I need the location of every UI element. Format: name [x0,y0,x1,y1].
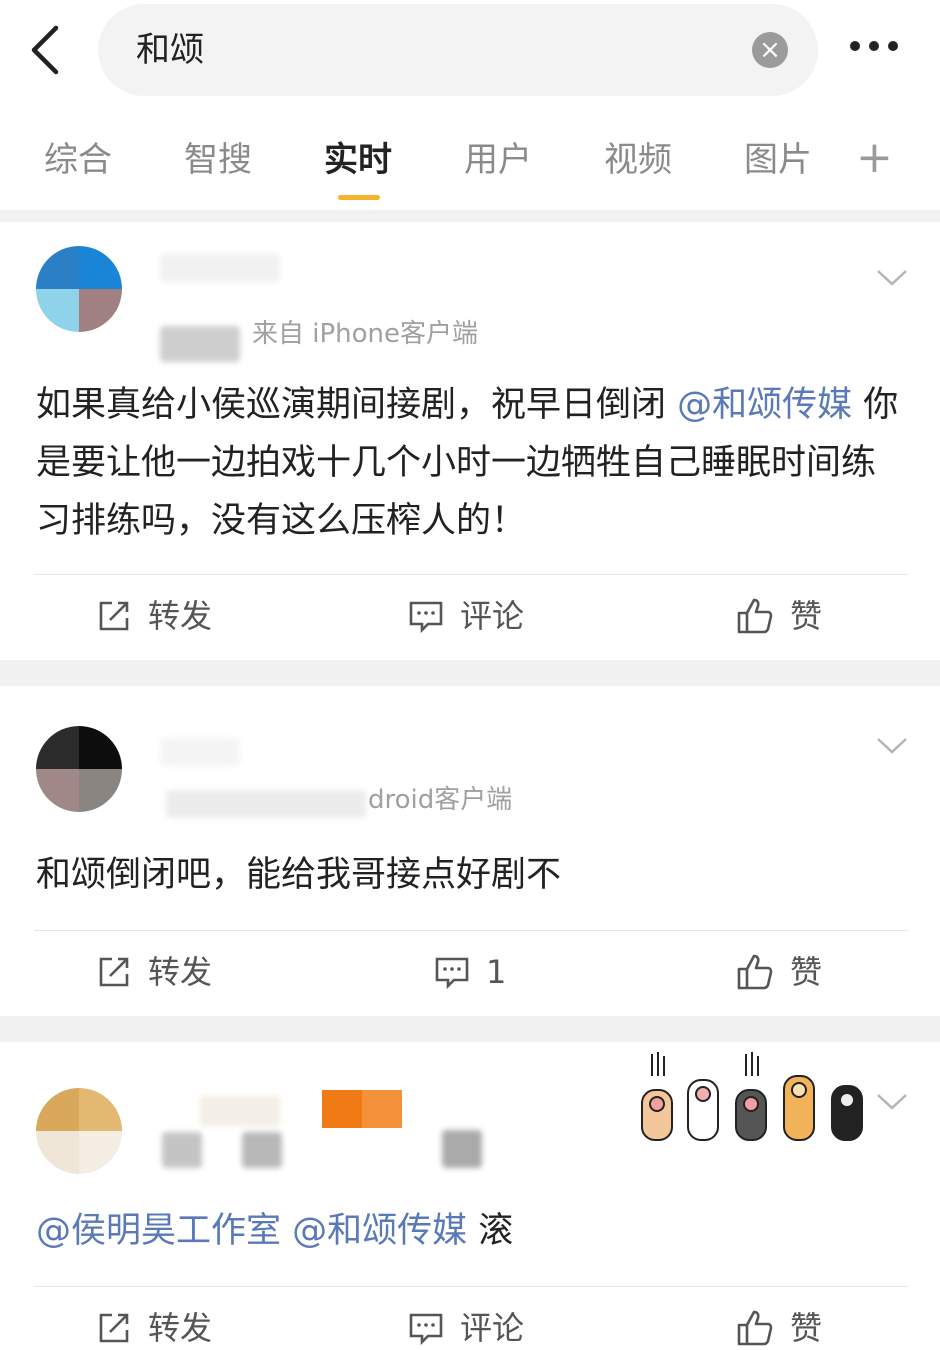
username-blurred[interactable] [160,738,240,766]
chevron-down-icon[interactable] [876,268,908,288]
like-button[interactable]: 赞 [736,594,822,638]
content-text [281,1211,292,1251]
repost-button[interactable]: 转发 [96,950,212,994]
tab-tupian[interactable]: 图片 [744,136,812,184]
repost-icon [99,601,129,631]
divider [34,1286,908,1287]
comment-label: 评论 [460,597,525,635]
source-blurred [442,1130,482,1168]
active-tab-indicator [338,195,380,200]
section-gap [0,1016,940,1042]
user-badge [322,1090,402,1128]
username-blurred[interactable] [160,254,280,282]
like-button[interactable]: 赞 [736,950,822,994]
top-bar: 和颂 × [0,0,940,110]
tab-shishi[interactable]: 实时 [324,136,392,184]
post-source: 来自 iPhone客户端 [252,319,479,349]
post-content: 和颂倒闭吧，能给我哥接点好剧不 [36,846,906,904]
like-button[interactable]: 赞 [736,1306,822,1350]
avatar[interactable] [36,1088,122,1174]
comment-icon [409,601,443,634]
timestamp-blurred [242,1132,282,1168]
post-card: 来自 iPhone客户端 如果真给小侯巡演期间接剧，祝早日倒闭 @和颂传媒 你是… [0,222,940,660]
section-gap [0,210,940,222]
thumbs-up-icon [737,598,773,634]
search-input[interactable]: 和颂 × [98,4,818,96]
timestamp-blurred [166,790,366,818]
post-card: droid客户端 和颂倒闭吧，能给我哥接点好剧不 转发 1 赞 [0,686,940,1016]
tab-bar: 综合 智搜 实时 用户 视频 图片 + [0,110,940,210]
repost-button[interactable]: 转发 [96,594,212,638]
like-label: 赞 [790,597,823,635]
tab-shipin[interactable]: 视频 [604,136,672,184]
content-text: 滚 [467,1211,514,1251]
content-text: 如果真给小侯巡演期间接剧，祝早日倒闭 [36,385,678,425]
chevron-down-icon[interactable] [876,736,908,756]
avatar[interactable] [36,726,122,812]
chevron-left-icon[interactable] [26,22,66,78]
comment-label: 评论 [460,1309,525,1347]
mention-link[interactable]: @侯明昊工作室 [36,1211,281,1251]
thumbs-up-icon [737,1310,773,1346]
timestamp-blurred [162,1132,202,1168]
username-blurred[interactable] [200,1096,280,1126]
repost-button[interactable]: 转发 [96,1306,212,1350]
divider [34,574,908,575]
post-content: 如果真给小侯巡演期间接剧，祝早日倒闭 @和颂传媒 你是要让他一边拍戏十几个小时一… [36,376,906,550]
tab-zonghe[interactable]: 综合 [44,136,112,184]
divider [34,930,908,931]
avatar[interactable] [36,246,122,332]
repost-label: 转发 [148,597,213,635]
comment-count: 1 [486,953,507,991]
cat-paws-sticker [641,1052,863,1141]
comment-button[interactable]: 评论 [408,1306,524,1350]
thumbs-up-icon [737,954,773,990]
mention-link[interactable]: @和颂传媒 [677,385,852,425]
content-text: 和颂倒闭吧，能给我哥接点好剧不 [36,855,562,895]
close-circle-icon[interactable]: × [752,32,788,68]
comment-button[interactable]: 1 [434,950,506,994]
chevron-down-icon[interactable] [876,1092,908,1112]
tab-yonghu[interactable]: 用户 [464,136,532,184]
repost-icon [99,957,129,987]
more-dots-icon[interactable] [850,36,910,60]
repost-label: 转发 [148,953,213,991]
search-query[interactable]: 和颂 [136,26,204,74]
comment-button[interactable]: 评论 [408,594,524,638]
tab-zhisou[interactable]: 智搜 [184,136,252,184]
timestamp-blurred [160,326,240,362]
like-label: 赞 [790,953,823,991]
mention-link[interactable]: @和颂传媒 [292,1211,467,1251]
comment-icon [435,957,469,990]
post-content: @侯明昊工作室 @和颂传媒 滚 [36,1202,906,1260]
section-gap [0,660,940,686]
post-source: droid客户端 [368,785,513,815]
add-tab-button[interactable]: + [856,130,893,186]
repost-label: 转发 [148,1309,213,1347]
like-label: 赞 [790,1309,823,1347]
